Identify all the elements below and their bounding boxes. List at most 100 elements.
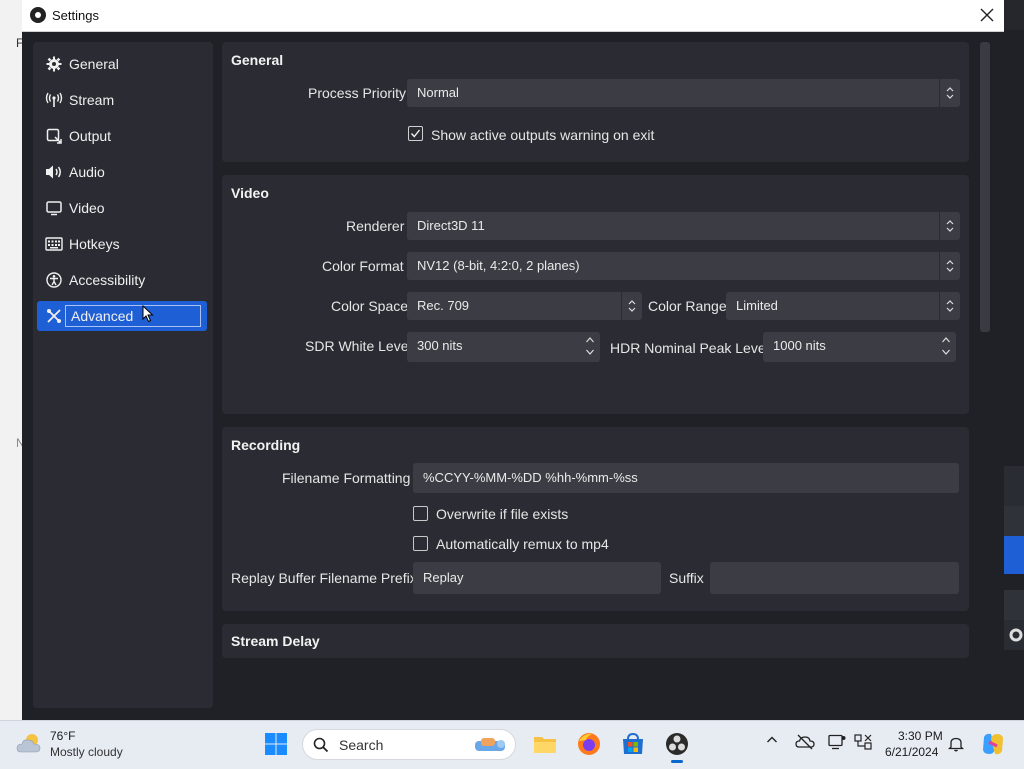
search-placeholder: Search [339, 737, 384, 753]
windows-start-icon[interactable] [264, 732, 288, 756]
sdr-white-level-spinbox[interactable]: 300 nits [407, 332, 600, 362]
select-value: Limited [736, 298, 778, 313]
sidebar-item-output[interactable]: Output [37, 121, 207, 151]
file-explorer-icon[interactable] [532, 731, 558, 757]
replay-prefix-label: Replay Buffer Filename Prefix [231, 570, 417, 586]
background-gear-area [1004, 620, 1024, 650]
suffix-input[interactable] [710, 562, 959, 594]
show-warning-label: Show active outputs warning on exit [431, 127, 655, 143]
tools-icon [45, 307, 63, 325]
clock-date[interactable]: 6/21/2024 [885, 745, 938, 759]
section-title: Recording [231, 437, 301, 453]
updown-arrows-icon [939, 212, 960, 240]
general-section: General Process Priority Normal Show act… [222, 42, 969, 162]
sidebar-item-label: Stream [69, 92, 115, 108]
weather-temperature[interactable]: 76°F [50, 729, 75, 743]
select-value: Normal [417, 85, 459, 100]
overwrite-checkbox[interactable] [413, 506, 428, 521]
sidebar-item-label: Output [69, 128, 112, 144]
content-scrollbar[interactable] [980, 42, 990, 332]
sdr-white-level-label: SDR White Level [305, 338, 412, 354]
background-panel [1004, 466, 1024, 506]
weather-description[interactable]: Mostly cloudy [50, 745, 123, 759]
background-panel [1004, 590, 1024, 620]
renderer-select[interactable]: Direct3D 11 [407, 212, 960, 240]
microsoft-store-icon[interactable] [620, 731, 646, 757]
spinbox-value: 1000 nits [773, 338, 826, 353]
title-bar: Settings [22, 0, 1004, 32]
accessibility-icon [45, 271, 63, 289]
background-window-right [1004, 30, 1024, 720]
notification-bell-icon[interactable] [948, 736, 964, 752]
background-selected-item [1004, 536, 1024, 574]
clock-time[interactable]: 3:30 PM [898, 729, 943, 743]
sidebar-item-general[interactable]: General [37, 49, 207, 79]
cloud-offline-icon[interactable] [795, 734, 815, 750]
cloudy-weather-icon[interactable] [16, 732, 44, 754]
remux-checkbox[interactable] [413, 536, 428, 551]
color-space-select[interactable]: Rec. 709 [407, 292, 642, 320]
remux-label: Automatically remux to mp4 [436, 536, 609, 552]
spinbox-value: 300 nits [417, 338, 463, 353]
network-status-icon[interactable] [854, 734, 872, 750]
color-range-select[interactable]: Limited [726, 292, 960, 320]
sidebar-item-advanced[interactable]: Advanced [37, 301, 207, 331]
section-title: General [231, 52, 284, 68]
chevron-up-icon[interactable] [766, 734, 778, 746]
output-icon [45, 127, 63, 145]
copilot-icon[interactable] [980, 731, 1006, 757]
sidebar-item-label: Accessibility [69, 272, 146, 288]
taskbar-search-box[interactable]: Search [302, 729, 516, 760]
replay-prefix-input[interactable]: Replay [413, 562, 661, 594]
select-value: Direct3D 11 [417, 218, 485, 233]
color-space-label: Color Space [331, 298, 409, 314]
filename-formatting-input[interactable]: %CCYY-%MM-%DD %hh-%mm-%ss [413, 463, 959, 493]
color-range-label: Color Range [648, 298, 727, 314]
sidebar-item-stream[interactable]: Stream [37, 85, 207, 115]
sidebar-item-audio[interactable]: Audio [37, 157, 207, 187]
updown-arrows-icon [621, 292, 642, 320]
settings-window: Settings General Stream Output Audio Vid… [22, 0, 1004, 720]
sidebar-item-accessibility[interactable]: Accessibility [37, 265, 207, 295]
keyboard-icon [45, 235, 63, 253]
video-section: Video Renderer Direct3D 11 Color Format … [222, 175, 969, 414]
hdr-peak-level-label: HDR Nominal Peak Level [610, 340, 769, 356]
search-icon [313, 737, 329, 753]
monitor-icon [45, 199, 63, 217]
color-format-label: Color Format [322, 258, 404, 274]
recording-section: Recording Filename Formatting %CCYY-%MM-… [222, 427, 969, 611]
overwrite-label: Overwrite if file exists [436, 506, 569, 522]
process-priority-select[interactable]: Normal [407, 79, 960, 107]
select-value: NV12 (8-bit, 4:2:0, 2 planes) [417, 258, 580, 273]
display-icon[interactable] [828, 734, 846, 750]
background-panel [1004, 506, 1024, 536]
color-format-select[interactable]: NV12 (8-bit, 4:2:0, 2 planes) [407, 252, 960, 280]
section-title: Video [231, 185, 269, 201]
updown-arrows-icon [939, 79, 960, 107]
section-title: Stream Delay [231, 633, 320, 649]
select-value: Rec. 709 [417, 298, 470, 313]
sidebar-item-label: General [69, 56, 119, 72]
show-warning-checkbox[interactable] [408, 126, 423, 141]
sidebar-item-label: Audio [69, 164, 105, 180]
obs-logo-icon [30, 7, 46, 23]
antenna-icon [45, 91, 63, 109]
filename-formatting-label: Filename Formatting [282, 470, 411, 486]
spinbox-arrows-icon [580, 332, 600, 360]
stream-delay-section: Stream Delay [222, 624, 969, 658]
gear-icon [45, 55, 63, 73]
sidebar-item-video[interactable]: Video [37, 193, 207, 223]
sidebar-item-hotkeys[interactable]: Hotkeys [37, 229, 207, 259]
updown-arrows-icon [939, 252, 960, 280]
sidebar-item-label: Video [69, 200, 105, 216]
obs-icon [666, 733, 688, 755]
close-button[interactable] [976, 4, 998, 26]
background-window-edge: F N [0, 0, 25, 720]
updown-arrows-icon [939, 292, 960, 320]
firefox-icon[interactable] [576, 731, 602, 757]
obs-taskbar-button[interactable] [664, 731, 690, 763]
hdr-peak-level-spinbox[interactable]: 1000 nits [763, 332, 956, 362]
suffix-label: Suffix [669, 570, 704, 586]
sidebar-item-label: Hotkeys [69, 236, 120, 252]
gear-icon [1009, 628, 1023, 642]
